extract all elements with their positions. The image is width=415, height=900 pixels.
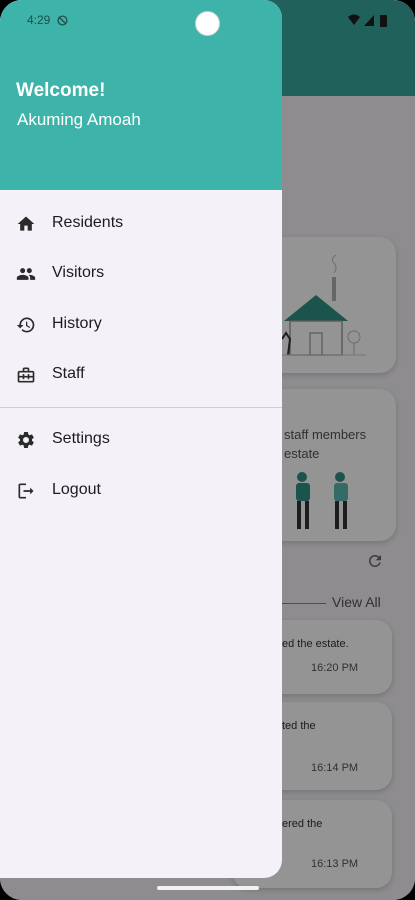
nav-item-label: Settings <box>52 430 110 447</box>
drawer-divider <box>0 407 282 408</box>
nav-item-label: History <box>52 315 102 332</box>
nav-item-history[interactable]: History <box>0 301 282 349</box>
nav-item-residents[interactable]: Residents <box>0 200 282 248</box>
nav-item-visitors[interactable]: Visitors <box>0 250 282 298</box>
drawer-header: 4:29 Welcome! Akuming Amoah <box>0 0 282 190</box>
nav-item-label: Visitors <box>52 264 105 281</box>
status-time: 4:29 <box>27 13 51 27</box>
nav-item-staff[interactable]: Staff <box>0 351 282 399</box>
battery-icon <box>380 15 387 27</box>
nav-item-label: Logout <box>52 481 101 498</box>
user-name: Akuming Amoah <box>17 110 141 129</box>
phone-screen: staff members estate View All ed the est… <box>0 0 415 900</box>
nav-item-logout[interactable]: Logout <box>0 467 282 515</box>
status-icons <box>348 14 387 27</box>
wifi-icon <box>348 14 360 25</box>
nav-item-label: Staff <box>52 365 85 382</box>
briefcase-icon <box>17 367 35 383</box>
home-icon <box>17 216 35 231</box>
camera-cutout <box>195 11 220 36</box>
nav-item-settings[interactable]: Settings <box>0 416 282 464</box>
welcome-text: Welcome! <box>16 80 106 101</box>
logout-icon <box>18 483 34 499</box>
home-indicator[interactable] <box>157 886 259 890</box>
people-icon <box>16 268 36 280</box>
gear-icon <box>18 431 34 448</box>
do-not-disturb-icon <box>57 15 68 26</box>
nav-item-label: Residents <box>52 214 124 231</box>
history-icon <box>16 317 35 333</box>
navigation-drawer: 4:29 Welcome! Akuming Amoah Residents Vi… <box>0 0 282 878</box>
signal-icon <box>364 15 374 26</box>
